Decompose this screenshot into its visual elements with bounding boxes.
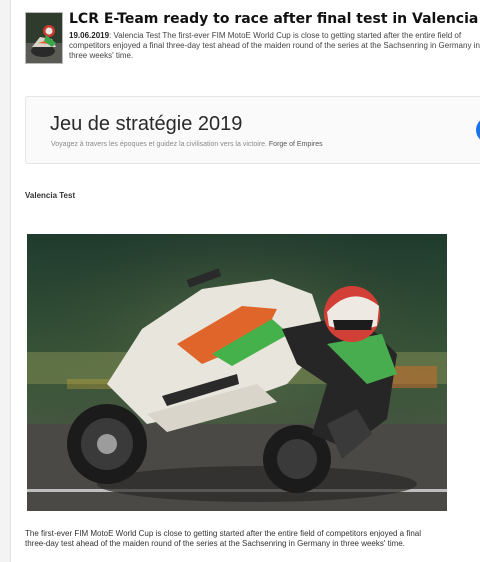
- ad-cta-button[interactable]: [476, 117, 480, 143]
- rider-thumbnail[interactable]: [25, 12, 63, 64]
- article-summary-text: : Valencia Test The first-ever FIM MotoE…: [69, 31, 480, 60]
- caption-line-2: three-day test ahead of the maiden round…: [25, 539, 405, 548]
- race-photo: [27, 234, 447, 511]
- photo-caption: The first-ever FIM MotoE World Cup is cl…: [25, 529, 480, 549]
- ad-description-text: Voyagez à travers les époques et guidez …: [51, 141, 267, 148]
- caption-line-1: The first-ever FIM MotoE World Cup is cl…: [25, 529, 422, 538]
- ad-brand: Forge of Empires: [268, 141, 323, 148]
- news-item[interactable]: LCR E-Team ready to race after final tes…: [25, 10, 480, 80]
- section-heading: Valencia Test: [25, 191, 76, 200]
- ad-title[interactable]: Jeu de stratégie 2019: [50, 113, 242, 136]
- article-title[interactable]: LCR E-Team ready to race after final tes…: [69, 10, 480, 28]
- page: LCR E-Team ready to race after final tes…: [10, 0, 480, 562]
- ad-description: Voyagez à travers les époques et guidez …: [51, 141, 323, 148]
- article-date: 19.06.2019: [69, 31, 110, 40]
- ad-banner[interactable]: Jeu de stratégie 2019 Voyagez à travers …: [25, 96, 480, 164]
- article-summary: 19.06.2019: Valencia Test The first-ever…: [69, 31, 480, 61]
